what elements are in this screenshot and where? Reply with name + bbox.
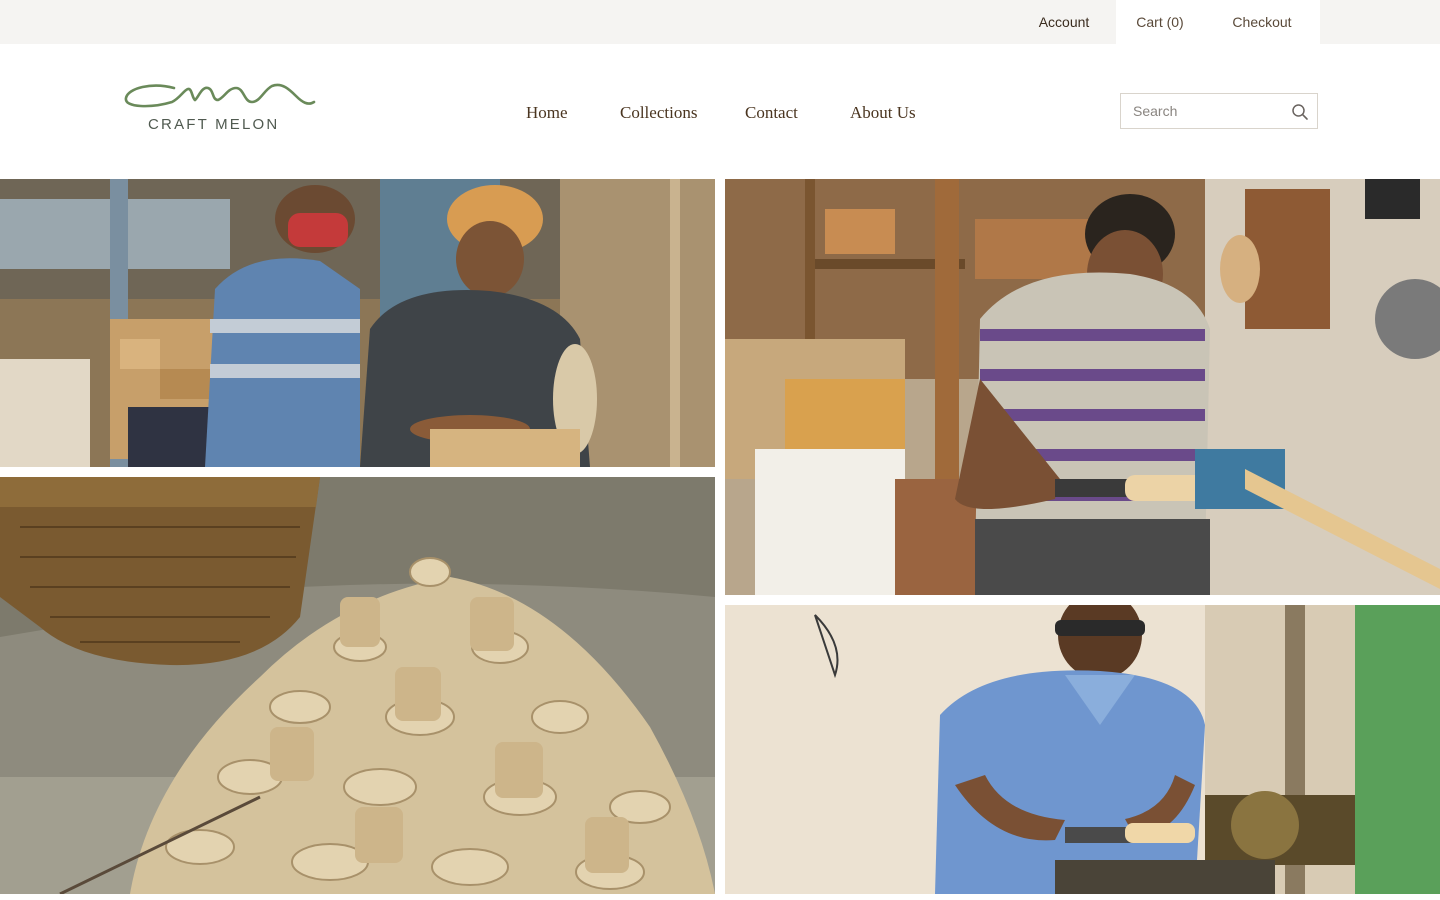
- utility-bar: Account Cart (0) Checkout: [0, 0, 1440, 44]
- artisans-sanding-wood-photo: [0, 179, 715, 467]
- brand-name: CRAFT MELON: [148, 116, 280, 133]
- account-link[interactable]: Account: [1020, 0, 1108, 44]
- brand-logo[interactable]: CRAFT MELON: [122, 80, 318, 136]
- wooden-chess-pieces-pile-photo: [0, 477, 715, 894]
- search-box: [1120, 93, 1318, 129]
- nav-item-about-us[interactable]: About Us: [850, 100, 916, 126]
- search-input[interactable]: [1121, 94, 1281, 128]
- artisan-turning-lathe-photo: [725, 179, 1440, 595]
- cart-link[interactable]: Cart (0): [1116, 0, 1204, 44]
- logo-mark-icon: [124, 83, 316, 108]
- nav-item-collections[interactable]: Collections: [620, 100, 697, 126]
- artisan-carving-on-lathe-photo: [725, 605, 1440, 894]
- search-icon[interactable]: [1291, 103, 1309, 121]
- nav-item-contact[interactable]: Contact: [745, 100, 798, 126]
- nav-item-home[interactable]: Home: [526, 100, 568, 126]
- checkout-link[interactable]: Checkout: [1204, 0, 1320, 44]
